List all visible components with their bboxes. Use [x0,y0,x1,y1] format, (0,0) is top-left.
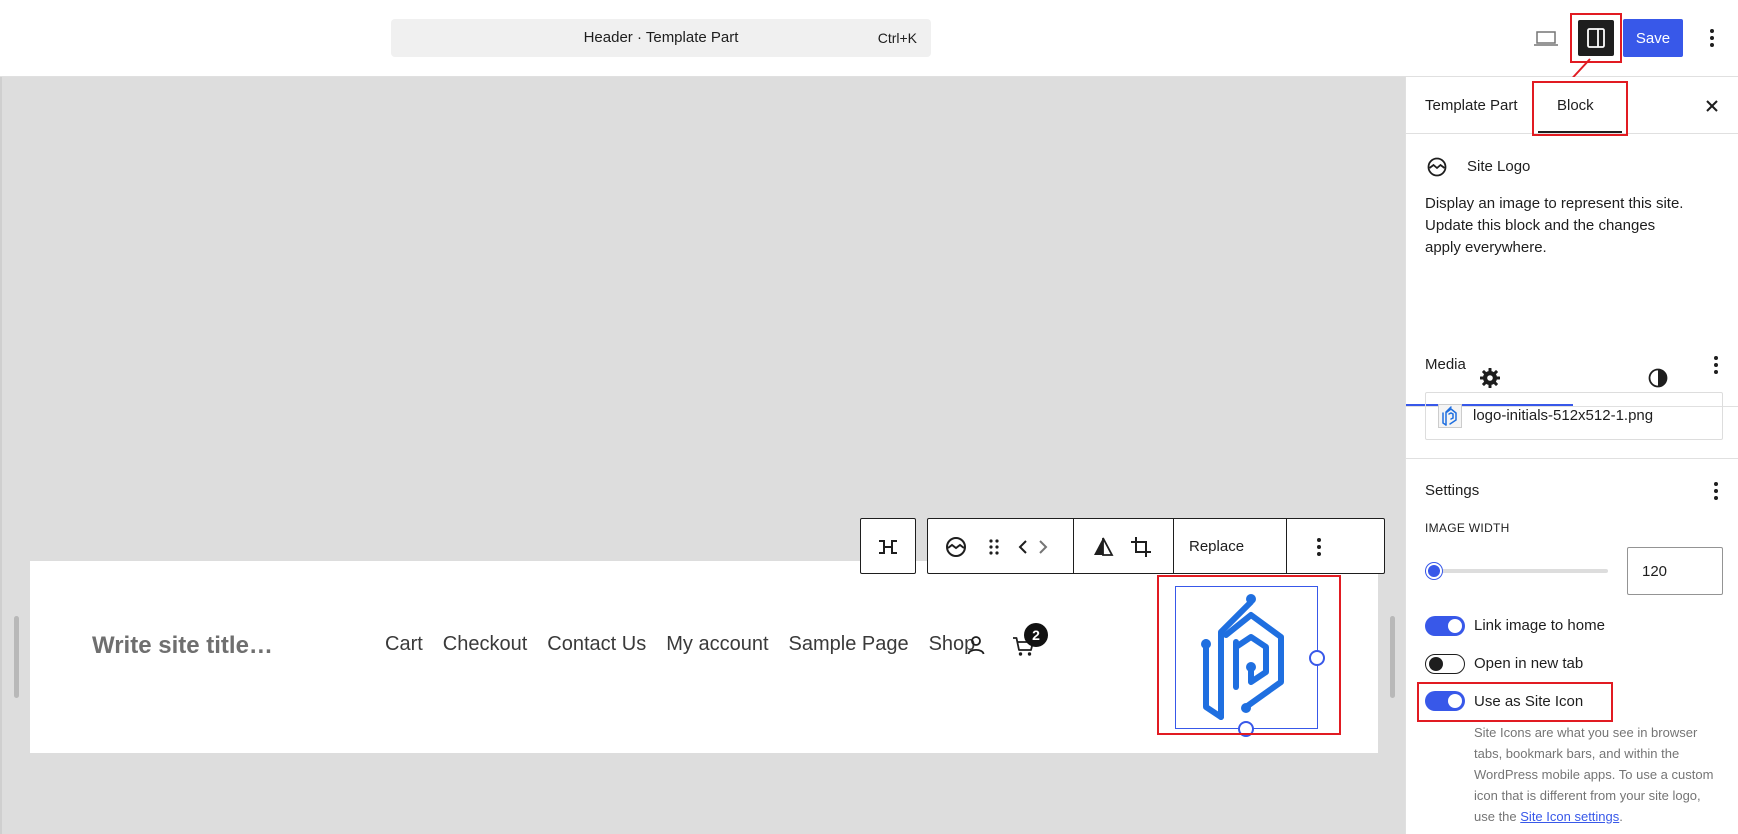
toolbar-separator [1286,519,1287,573]
sidebar-tabs: Template Part Block [1406,77,1738,136]
replace-button[interactable]: Replace [1189,538,1244,555]
nav-item-checkout[interactable]: Checkout [443,633,528,656]
media-thumbnail [1438,404,1462,428]
command-palette-title: Header · Template Part [583,29,739,46]
active-tab-indicator [1538,131,1622,133]
crop-icon [1131,537,1151,557]
logo-resize-handle-bottom[interactable] [1238,721,1254,737]
laptop-icon [1534,31,1558,46]
open-new-tab-toggle[interactable] [1425,654,1465,674]
navigation-menu: Cart Checkout Contact Us My account Samp… [385,633,975,656]
block-description: Display an image to represent this site.… [1425,195,1684,256]
align-button[interactable] [1089,533,1117,561]
chevron-left-icon [1018,540,1027,554]
parent-selector-group [860,518,916,574]
block-icon [1425,155,1449,179]
help-text-end: . [1619,809,1623,824]
media-panel-title: Media [1425,356,1466,373]
logo-resize-handle-right[interactable] [1309,650,1325,666]
device-preview-button[interactable] [1530,22,1562,54]
site-logo-icon [946,537,966,557]
image-width-input[interactable] [1627,547,1723,595]
save-button[interactable]: Save [1623,19,1683,57]
command-palette-shortcut: Ctrl+K [877,30,917,46]
settings-sidebar-toggle-button[interactable] [1578,20,1614,56]
header-template-part-preview: Write site title… Cart Checkout Contact … [30,561,1378,753]
move-right-button[interactable] [1032,533,1054,561]
resize-handle-left[interactable] [14,616,19,698]
customer-account-icon[interactable] [964,633,988,657]
site-icon-settings-link[interactable]: Site Icon settings [1520,809,1619,824]
block-options-button[interactable] [1305,533,1333,561]
settings-panel-options-button[interactable] [1706,479,1726,503]
vertical-ellipsis-icon [1317,538,1321,556]
media-panel-options-button[interactable] [1706,353,1726,377]
site-logo-block[interactable] [1175,586,1318,729]
gear-icon [1480,368,1500,388]
vertical-ellipsis-icon [1714,356,1718,374]
media-file-name: logo-initials-512x512-1.png [1473,407,1654,424]
command-palette-button[interactable]: Header · Template Part Ctrl+K [391,19,931,57]
options-menu-button[interactable] [1700,22,1724,54]
resize-handle-right[interactable] [1390,616,1395,698]
settings-sidebar: Template Part Block Site Logo Display an… [1405,77,1738,834]
toolbar-separator [1173,519,1174,573]
drag-handle-icon [989,539,999,555]
row-layout-icon [879,540,897,554]
use-as-site-icon-toggle[interactable] [1425,691,1465,711]
site-logo-image [1201,594,1284,720]
image-width-slider-thumb[interactable] [1426,563,1443,579]
block-type-button[interactable] [942,533,970,561]
link-to-home-toggle[interactable] [1425,616,1465,636]
contrast-icon [1648,368,1668,388]
sidebar-panel-icon [1587,28,1605,48]
use-as-site-icon-label: Use as Site Icon [1474,693,1584,710]
nav-item-sample-page[interactable]: Sample Page [789,633,909,656]
editor-canvas: Write site title… Cart Checkout Contact … [0,77,1405,834]
nav-item-cart[interactable]: Cart [385,633,423,656]
open-new-tab-label: Open in new tab [1474,655,1584,672]
chevron-right-icon [1039,540,1048,554]
block-controls-group: Replace [927,518,1385,574]
vertical-ellipsis-icon [1710,29,1714,47]
nav-item-my-account[interactable]: My account [666,633,768,656]
align-triangle-icon [1094,537,1114,556]
image-width-slider[interactable] [1425,563,1608,579]
panel-divider [1406,458,1738,459]
site-title-placeholder[interactable]: Write site title… [92,632,273,660]
tab-settings[interactable] [1478,366,1502,390]
vertical-ellipsis-icon [1714,482,1718,500]
user-icon [967,636,985,655]
drag-handle[interactable] [980,533,1008,561]
tab-styles[interactable] [1646,366,1670,390]
move-left-button[interactable] [1012,533,1034,561]
crop-button[interactable] [1127,533,1155,561]
link-to-home-label: Link image to home [1474,617,1605,634]
block-title: Site Logo [1467,158,1531,175]
tab-block[interactable]: Block [1557,97,1594,114]
site-logo-icon [1427,157,1447,177]
close-icon [1706,100,1718,112]
image-width-label: IMAGE WIDTH [1425,521,1510,535]
close-sidebar-button[interactable] [1700,94,1724,118]
nav-item-contact-us[interactable]: Contact Us [547,633,646,656]
tab-template-part[interactable]: Template Part [1425,97,1518,114]
select-parent-button[interactable] [874,533,902,561]
logo-thumbnail-icon [1438,404,1462,428]
site-icon-help-text: Site Icons are what you see in browser t… [1474,722,1724,827]
media-file-item[interactable]: logo-initials-512x512-1.png [1425,392,1723,440]
settings-panel-title: Settings [1425,482,1480,499]
editor-top-bar: Header · Template Part Ctrl+K Save [0,0,1738,77]
toolbar-separator [1073,519,1074,573]
cart-count-badge: 2 [1024,623,1048,647]
